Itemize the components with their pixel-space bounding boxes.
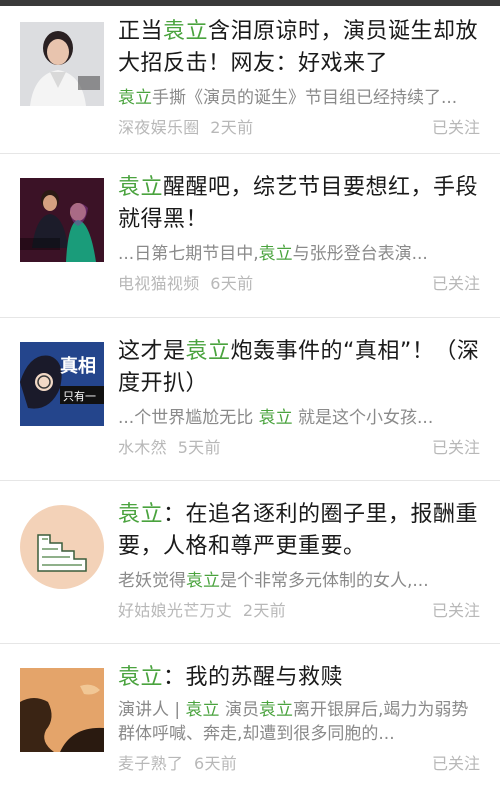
result-title[interactable]: 这才是袁立炮轰事件的“真相”！（深度开扒）	[118, 336, 480, 400]
result-meta: 深夜娱乐圈 2天前 已关注	[118, 114, 480, 138]
result-snippet: 袁立手撕《演员的诞生》节目组已经持续了...	[118, 88, 458, 108]
woman-portrait-photo-icon	[20, 22, 104, 106]
result-title[interactable]: 袁立醒醒吧，综艺节目要想红，手段就得黑！	[118, 172, 480, 236]
result-source: 电视猫视频 6天前	[118, 274, 254, 293]
stairs-illustration-icon	[20, 505, 104, 589]
result-title[interactable]: 正当袁立含泪原谅时，演员诞生却放大招反击！网友：好戏来了	[118, 16, 480, 80]
follow-status[interactable]: 已关注	[432, 597, 480, 621]
stage-performance-photo-icon	[20, 178, 104, 262]
search-results-feed: 正当袁立含泪原谅时，演员诞生却放大招反击！网友：好戏来了 袁立手撕《演员的诞生》…	[0, 6, 500, 794]
result-source: 好姑娘光芒万丈 2天前	[118, 601, 286, 620]
result-meta: 水木然 5天前 已关注	[118, 434, 480, 458]
result-snippet: ...日第七期节目中,袁立与张彤登台表演...	[118, 244, 428, 264]
follow-status[interactable]: 已关注	[432, 114, 480, 138]
svg-text:真相: 真相	[60, 355, 96, 377]
result-item[interactable]: 袁立：我的苏醒与救赎 演讲人 | 袁立 演员袁立离开银屏后,竭力为弱势群体呼喊、…	[0, 644, 500, 794]
svg-text:只有一: 只有一	[63, 389, 96, 403]
result-title[interactable]: 袁立：我的苏醒与救赎	[118, 662, 480, 694]
result-snippet: ...个世界尴尬无比 袁立 就是这个小女孩...	[118, 408, 434, 428]
result-source: 深夜娱乐圈 2天前	[118, 118, 254, 137]
result-item[interactable]: 袁立醒醒吧，综艺节目要想红，手段就得黑！ ...日第七期节目中,袁立与张彤登台表…	[0, 154, 500, 318]
result-item[interactable]: 真相 只有一 这才是袁立炮轰事件的“真相”！（深度开扒） ...个世界尴尬无比 …	[0, 318, 500, 481]
result-meta: 麦子熟了 6天前 已关注	[118, 750, 480, 774]
result-source: 麦子熟了 6天前	[118, 754, 238, 773]
result-meta: 好姑娘光芒万丈 2天前 已关注	[118, 597, 480, 621]
result-body: 袁立：在追名逐利的圈子里，报酬重要，人格和尊严更重要。 老妖觉得袁立是个非常多元…	[104, 499, 480, 643]
result-source: 水木然 5天前	[118, 438, 221, 457]
follow-status[interactable]: 已关注	[432, 750, 480, 774]
result-snippet: 老妖觉得袁立是个非常多元体制的女人,...	[118, 571, 429, 591]
result-snippet: 演讲人 | 袁立 演员袁立离开银屏后,竭力为弱势群体呼喊、奔走,却遭到很多同胞的…	[118, 700, 469, 744]
result-item[interactable]: 正当袁立含泪原谅时，演员诞生却放大招反击！网友：好戏来了 袁立手撕《演员的诞生》…	[0, 6, 500, 154]
result-title[interactable]: 袁立：在追名逐利的圈子里，报酬重要，人格和尊严更重要。	[118, 499, 480, 563]
follow-status[interactable]: 已关注	[432, 434, 480, 458]
result-body: 袁立：我的苏醒与救赎 演讲人 | 袁立 演员袁立离开银屏后,竭力为弱势群体呼喊、…	[104, 662, 480, 794]
follow-status[interactable]: 已关注	[432, 270, 480, 294]
cartoon-detective-image-icon: 真相 只有一	[20, 342, 104, 426]
result-body: 正当袁立含泪原谅时，演员诞生却放大招反击！网友：好戏来了 袁立手撕《演员的诞生》…	[104, 16, 480, 153]
result-meta: 电视猫视频 6天前 已关注	[118, 270, 480, 294]
result-body: 这才是袁立炮轰事件的“真相”！（深度开扒） ...个世界尴尬无比 袁立 就是这个…	[104, 336, 480, 480]
result-item[interactable]: 袁立：在追名逐利的圈子里，报酬重要，人格和尊严更重要。 老妖觉得袁立是个非常多元…	[0, 481, 500, 644]
silhouette-illustration-icon	[20, 668, 104, 752]
result-body: 袁立醒醒吧，综艺节目要想红，手段就得黑！ ...日第七期节目中,袁立与张彤登台表…	[104, 172, 480, 317]
